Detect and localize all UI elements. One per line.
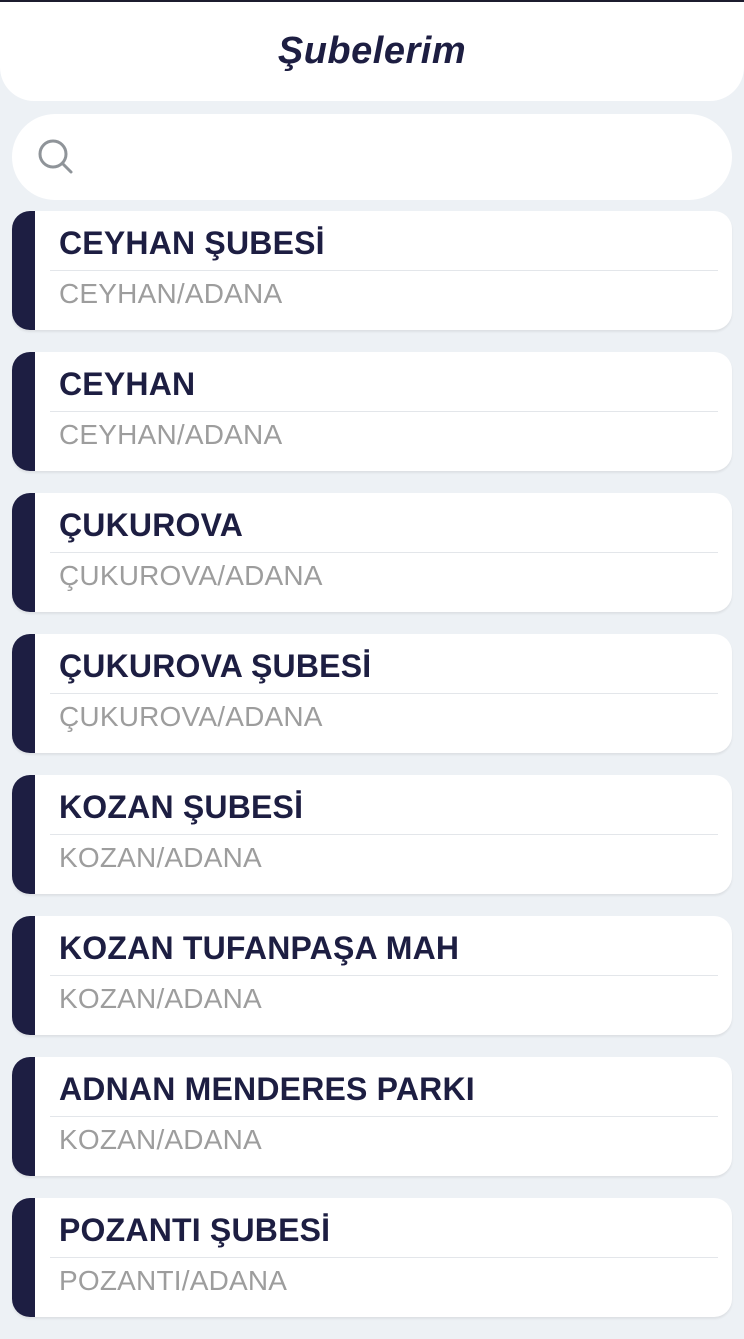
branch-name: POZANTI ŞUBESİ [59, 1212, 331, 1248]
search-icon [36, 137, 76, 177]
branch-location: KOZAN/ADANA [59, 983, 262, 1014]
branch-name: ÇUKUROVA [59, 507, 244, 543]
search-input[interactable] [88, 126, 708, 188]
branch-name: KOZAN TUFANPAŞA MAH [59, 930, 460, 966]
branch-name: CEYHAN [59, 366, 196, 402]
branch-card[interactable]: CEYHAN ŞUBESİ CEYHAN/ADANA [12, 211, 732, 330]
branch-card[interactable]: ÇUKUROVA ÇUKUROVA/ADANA [12, 493, 732, 612]
page-title: Şubelerim [277, 30, 467, 72]
card-accent-bar [12, 634, 35, 753]
branch-location: CEYHAN/ADANA [59, 278, 283, 309]
branch-card[interactable]: KOZAN TUFANPAŞA MAH KOZAN/ADANA [12, 916, 732, 1035]
branch-list: CEYHAN ŞUBESİ CEYHAN/ADANA CEYHAN CEYHAN… [12, 211, 732, 1339]
card-accent-bar [12, 211, 35, 330]
branch-location: KOZAN/ADANA [59, 842, 262, 873]
branch-name: KOZAN ŞUBESİ [59, 789, 304, 825]
branch-location: POZANTI/ADANA [59, 1265, 288, 1296]
card-divider [50, 834, 718, 835]
card-divider [50, 411, 718, 412]
card-accent-bar [12, 1198, 35, 1317]
branch-name: CEYHAN ŞUBESİ [59, 225, 325, 261]
card-divider [50, 1116, 718, 1117]
card-divider [50, 552, 718, 553]
card-divider [50, 693, 718, 694]
card-divider [50, 1257, 718, 1258]
card-accent-bar [12, 493, 35, 612]
branch-location: CEYHAN/ADANA [59, 419, 283, 450]
card-accent-bar [12, 916, 35, 1035]
branch-card[interactable]: ÇUKUROVA ŞUBESİ ÇUKUROVA/ADANA [12, 634, 732, 753]
branch-name: ADNAN MENDERES PARKI [59, 1071, 475, 1107]
branch-location: KOZAN/ADANA [59, 1124, 262, 1155]
branch-name: ÇUKUROVA ŞUBESİ [59, 648, 372, 684]
card-accent-bar [12, 1057, 35, 1176]
card-accent-bar [12, 352, 35, 471]
card-accent-bar [12, 775, 35, 894]
page-header: Şubelerim [0, 2, 744, 101]
branch-card[interactable]: ADNAN MENDERES PARKI KOZAN/ADANA [12, 1057, 732, 1176]
card-divider [50, 270, 718, 271]
branch-card[interactable]: POZANTI ŞUBESİ POZANTI/ADANA [12, 1198, 732, 1317]
card-divider [50, 975, 718, 976]
branch-location: ÇUKUROVA/ADANA [59, 701, 323, 732]
search-bar[interactable] [12, 114, 732, 200]
branch-card[interactable]: CEYHAN CEYHAN/ADANA [12, 352, 732, 471]
branch-location: ÇUKUROVA/ADANA [59, 560, 323, 591]
branch-card[interactable]: KOZAN ŞUBESİ KOZAN/ADANA [12, 775, 732, 894]
